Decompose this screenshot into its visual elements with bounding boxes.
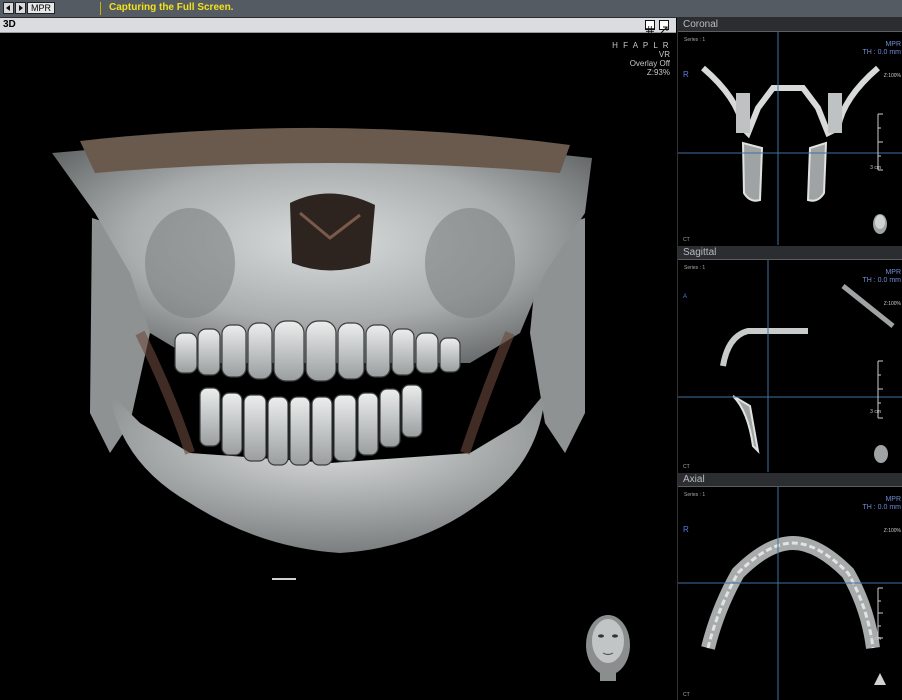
skull-3d-render bbox=[52, 127, 630, 681]
axial-modality: CT bbox=[683, 692, 690, 698]
coronal-scale-label: 3 cm bbox=[870, 165, 881, 171]
orientation-head-icon bbox=[586, 615, 630, 681]
previous-arrow-icon[interactable] bbox=[3, 2, 14, 14]
sagittal-modality: CT bbox=[683, 464, 690, 470]
axial-panel[interactable]: Axial Series : 1 MPR TH : 0.0 mm Z:100% … bbox=[678, 473, 902, 700]
status-message: Capturing the Full Screen. bbox=[109, 2, 234, 13]
mpr-panels: Coronal Series : 1 MPR TH : 0.0 mm Z:100… bbox=[677, 18, 902, 700]
coronal-panel[interactable]: Coronal Series : 1 MPR TH : 0.0 mm Z:100… bbox=[678, 18, 902, 245]
view-title: 3D bbox=[3, 19, 16, 30]
volume-render-viewport[interactable]: H F A P L R VR Overlay Off Z:93% bbox=[0, 33, 676, 700]
coronal-slice-image bbox=[678, 32, 902, 245]
axial-scale-label: 3 cm bbox=[870, 636, 881, 642]
grid-layout-icon[interactable] bbox=[645, 20, 655, 34]
next-arrow-icon[interactable] bbox=[15, 2, 26, 14]
sagittal-scale-label: 3 cm bbox=[870, 409, 881, 415]
mode-button[interactable]: MPR bbox=[27, 2, 55, 14]
toolbar-separator bbox=[100, 2, 101, 15]
top-toolbar: MPR Capturing the Full Screen. bbox=[0, 0, 902, 18]
sagittal-panel[interactable]: Sagittal Series : 1 MPR TH : 0.0 mm Z:10… bbox=[678, 246, 902, 472]
coronal-modality: CT bbox=[683, 237, 690, 243]
maximize-icon[interactable] bbox=[659, 20, 669, 34]
axial-slice-image bbox=[678, 487, 902, 700]
sagittal-slice-image bbox=[678, 260, 902, 472]
view-header-3d: 3D bbox=[0, 18, 676, 34]
